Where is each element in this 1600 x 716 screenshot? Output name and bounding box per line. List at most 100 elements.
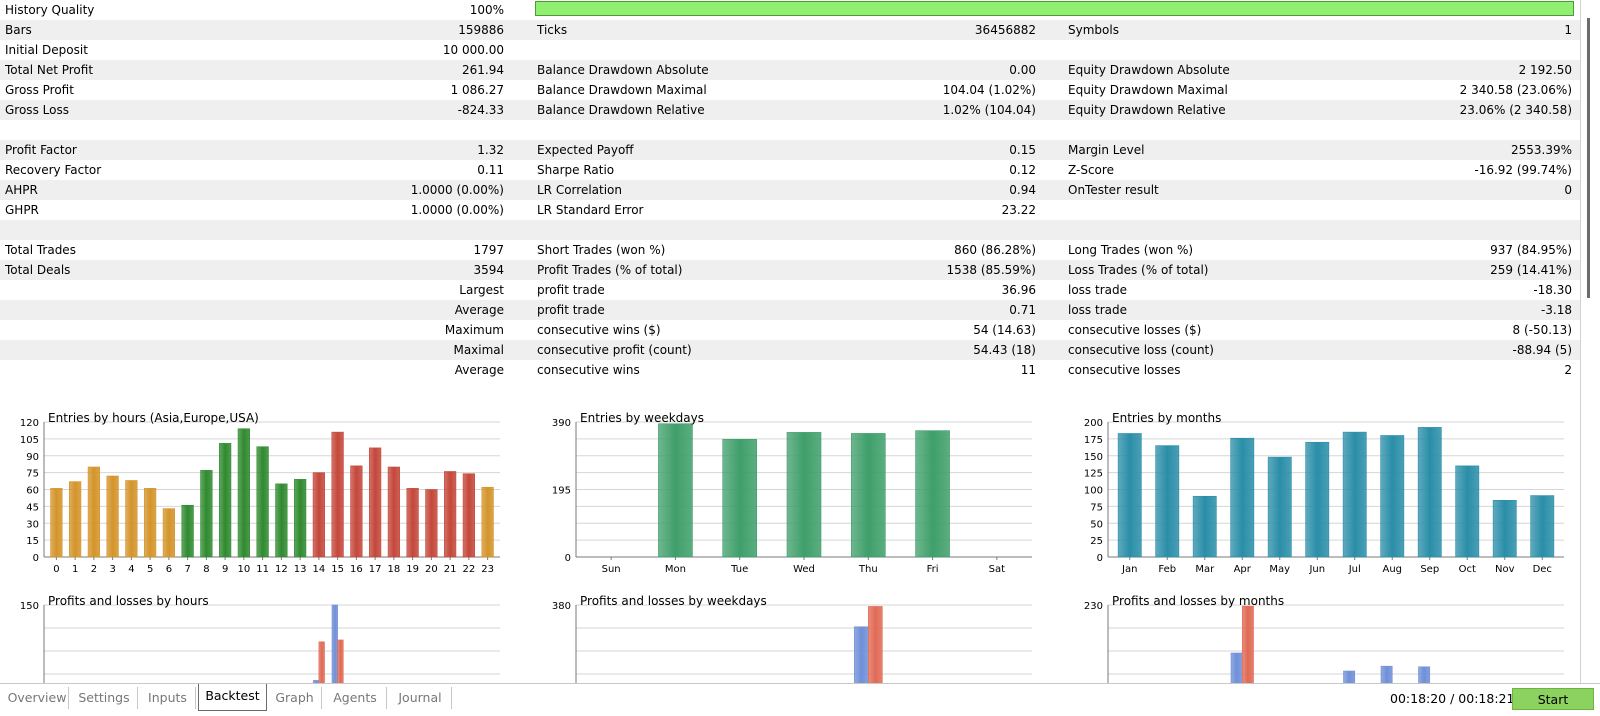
stat-value: 36.96 [1001,283,1036,297]
y-tick-label: 30 [26,519,39,530]
stat-value: 11 [1020,363,1036,377]
tab-overview[interactable]: Overview [6,687,69,709]
bar [50,488,63,558]
stat-value: 1797 [473,243,504,257]
stat-value: Maximum [444,323,504,337]
stat-label: consecutive wins [537,363,640,377]
bar [1492,500,1517,558]
profit-bar [1418,666,1431,716]
x-tick-label: Sep [1420,564,1439,575]
y-tick-label: 0 [565,553,571,564]
entries-by-hours-chart: Entries by hours (Asia,Europe,USA) 0 15 30 4… [4,411,504,586]
chart-title: Profits and losses by hours [48,594,209,608]
bar [125,480,138,558]
stat-label: Ticks [537,23,568,37]
stats-row: Gross Loss -824.33 Balance Drawdown Relati… [0,100,1580,120]
start-button[interactable]: Start [1512,688,1594,710]
y-tick-label: 75 [1090,502,1103,513]
stat-value: 36456882 [974,23,1036,37]
scrollbar-thumb[interactable] [1587,18,1590,298]
y-tick-label: 75 [26,469,39,480]
x-tick-label: Apr [1234,564,1252,575]
stat-value: Maximal [453,343,504,357]
tab-journal[interactable]: Journal [389,687,452,709]
y-tick-label: 100 [1084,486,1103,497]
stat-value: 1.0000 (0.00%) [410,183,504,197]
x-tick-label: 16 [350,564,363,575]
x-tick-label: Sun [602,564,621,575]
stat-value: 0.15 [1009,143,1036,157]
bar [1342,431,1367,558]
profit-bar [1380,665,1393,716]
tab-agents[interactable]: Agents [324,687,387,709]
stat-value: Average [454,303,504,317]
profit-bar [1230,652,1243,716]
x-tick-label: 11 [256,564,269,575]
x-tick-label: May [1269,564,1290,575]
profits-losses-by-months-chart: Profits and losses by months 230 [1068,594,1568,716]
y-tick-label: 60 [26,486,39,497]
x-tick-label: Mon [665,564,686,575]
x-tick-label: 4 [128,564,134,575]
stat-value [1300,40,1572,60]
stat-value: 2 [1564,363,1572,377]
stat-value: 0 [1564,183,1572,197]
stats-row: Average consecutive wins 11 consecutive los… [0,360,1580,380]
stat-value [300,120,504,140]
bar [275,483,288,558]
bar [200,470,213,558]
profits-losses-by-hours-chart: Profits and losses by hours 150 [4,594,504,716]
y-tick-label: 0 [1097,553,1103,564]
stat-value: 8 (-50.13) [1512,323,1573,337]
bar [69,481,82,558]
profit-bar [853,626,869,716]
tab-settings[interactable]: Settings [71,687,138,709]
stat-label: Short Trades (won %) [537,243,666,257]
x-tick-label: Mar [1195,564,1215,575]
stat-value [1300,200,1572,220]
tab-graph[interactable]: Graph [268,687,322,709]
report-scrollbar[interactable] [1580,0,1600,683]
stats-row: Maximum consecutive wins ($) 54 (14.63) con… [0,320,1580,340]
bar [915,430,950,558]
stat-value: 1 086.27 [450,83,504,97]
profit-bar [331,604,338,716]
loss-bar [1241,605,1254,716]
stat-value: 0.71 [1009,303,1036,317]
stat-label: Sharpe Ratio [537,163,615,177]
stat-value: 2553.39% [1510,143,1572,157]
profits-losses-by-weekdays-chart: Profits and losses by weekdays 380 [536,594,1036,716]
test-timer: 00:18:20 / 00:18:21 [1390,691,1515,706]
stat-label: profit trade [537,283,605,297]
bar [87,466,100,558]
x-tick-label: 8 [203,564,209,575]
stat-value: 23.22 [1001,203,1036,217]
stats-row [0,220,1580,240]
x-tick-label: 7 [184,564,190,575]
loss-bar [318,641,325,716]
x-tick-label: Aug [1382,564,1402,575]
bar [1192,495,1217,558]
x-tick-label: 13 [294,564,307,575]
stat-value: 1 [1564,23,1572,37]
bar [1230,437,1255,558]
x-tick-label: 21 [444,564,457,575]
stat-label [537,220,837,240]
stat-value: 10 000.00 [442,43,504,57]
bar [144,488,157,558]
stat-value: 0.11 [477,163,504,177]
stats-row: Total Deals 3594 Profit Trades (% of total… [0,260,1580,280]
stats-row: AHPR 1.0000 (0.00%) LR Correlation 0.94 OnTe… [0,180,1580,200]
y-tick-label: 45 [26,502,39,513]
stat-value: -16.92 (99.74%) [1474,163,1572,177]
x-tick-label: 14 [313,564,326,575]
stat-value: 104.04 (1.02%) [942,83,1036,97]
tab-backtest[interactable]: Backtest [198,684,267,711]
stats-row: Average profit trade 0.71 loss trade -3.18 [0,300,1580,320]
bar [444,471,457,558]
y-tick-label: 175 [1084,435,1103,446]
x-tick-label: 19 [406,564,419,575]
tab-inputs[interactable]: Inputs [140,687,196,709]
entries-by-weekdays-chart: Entries by weekdays 0 195 390 Sun Mon Tue Wed Th… [536,411,1036,586]
bar [162,508,175,558]
